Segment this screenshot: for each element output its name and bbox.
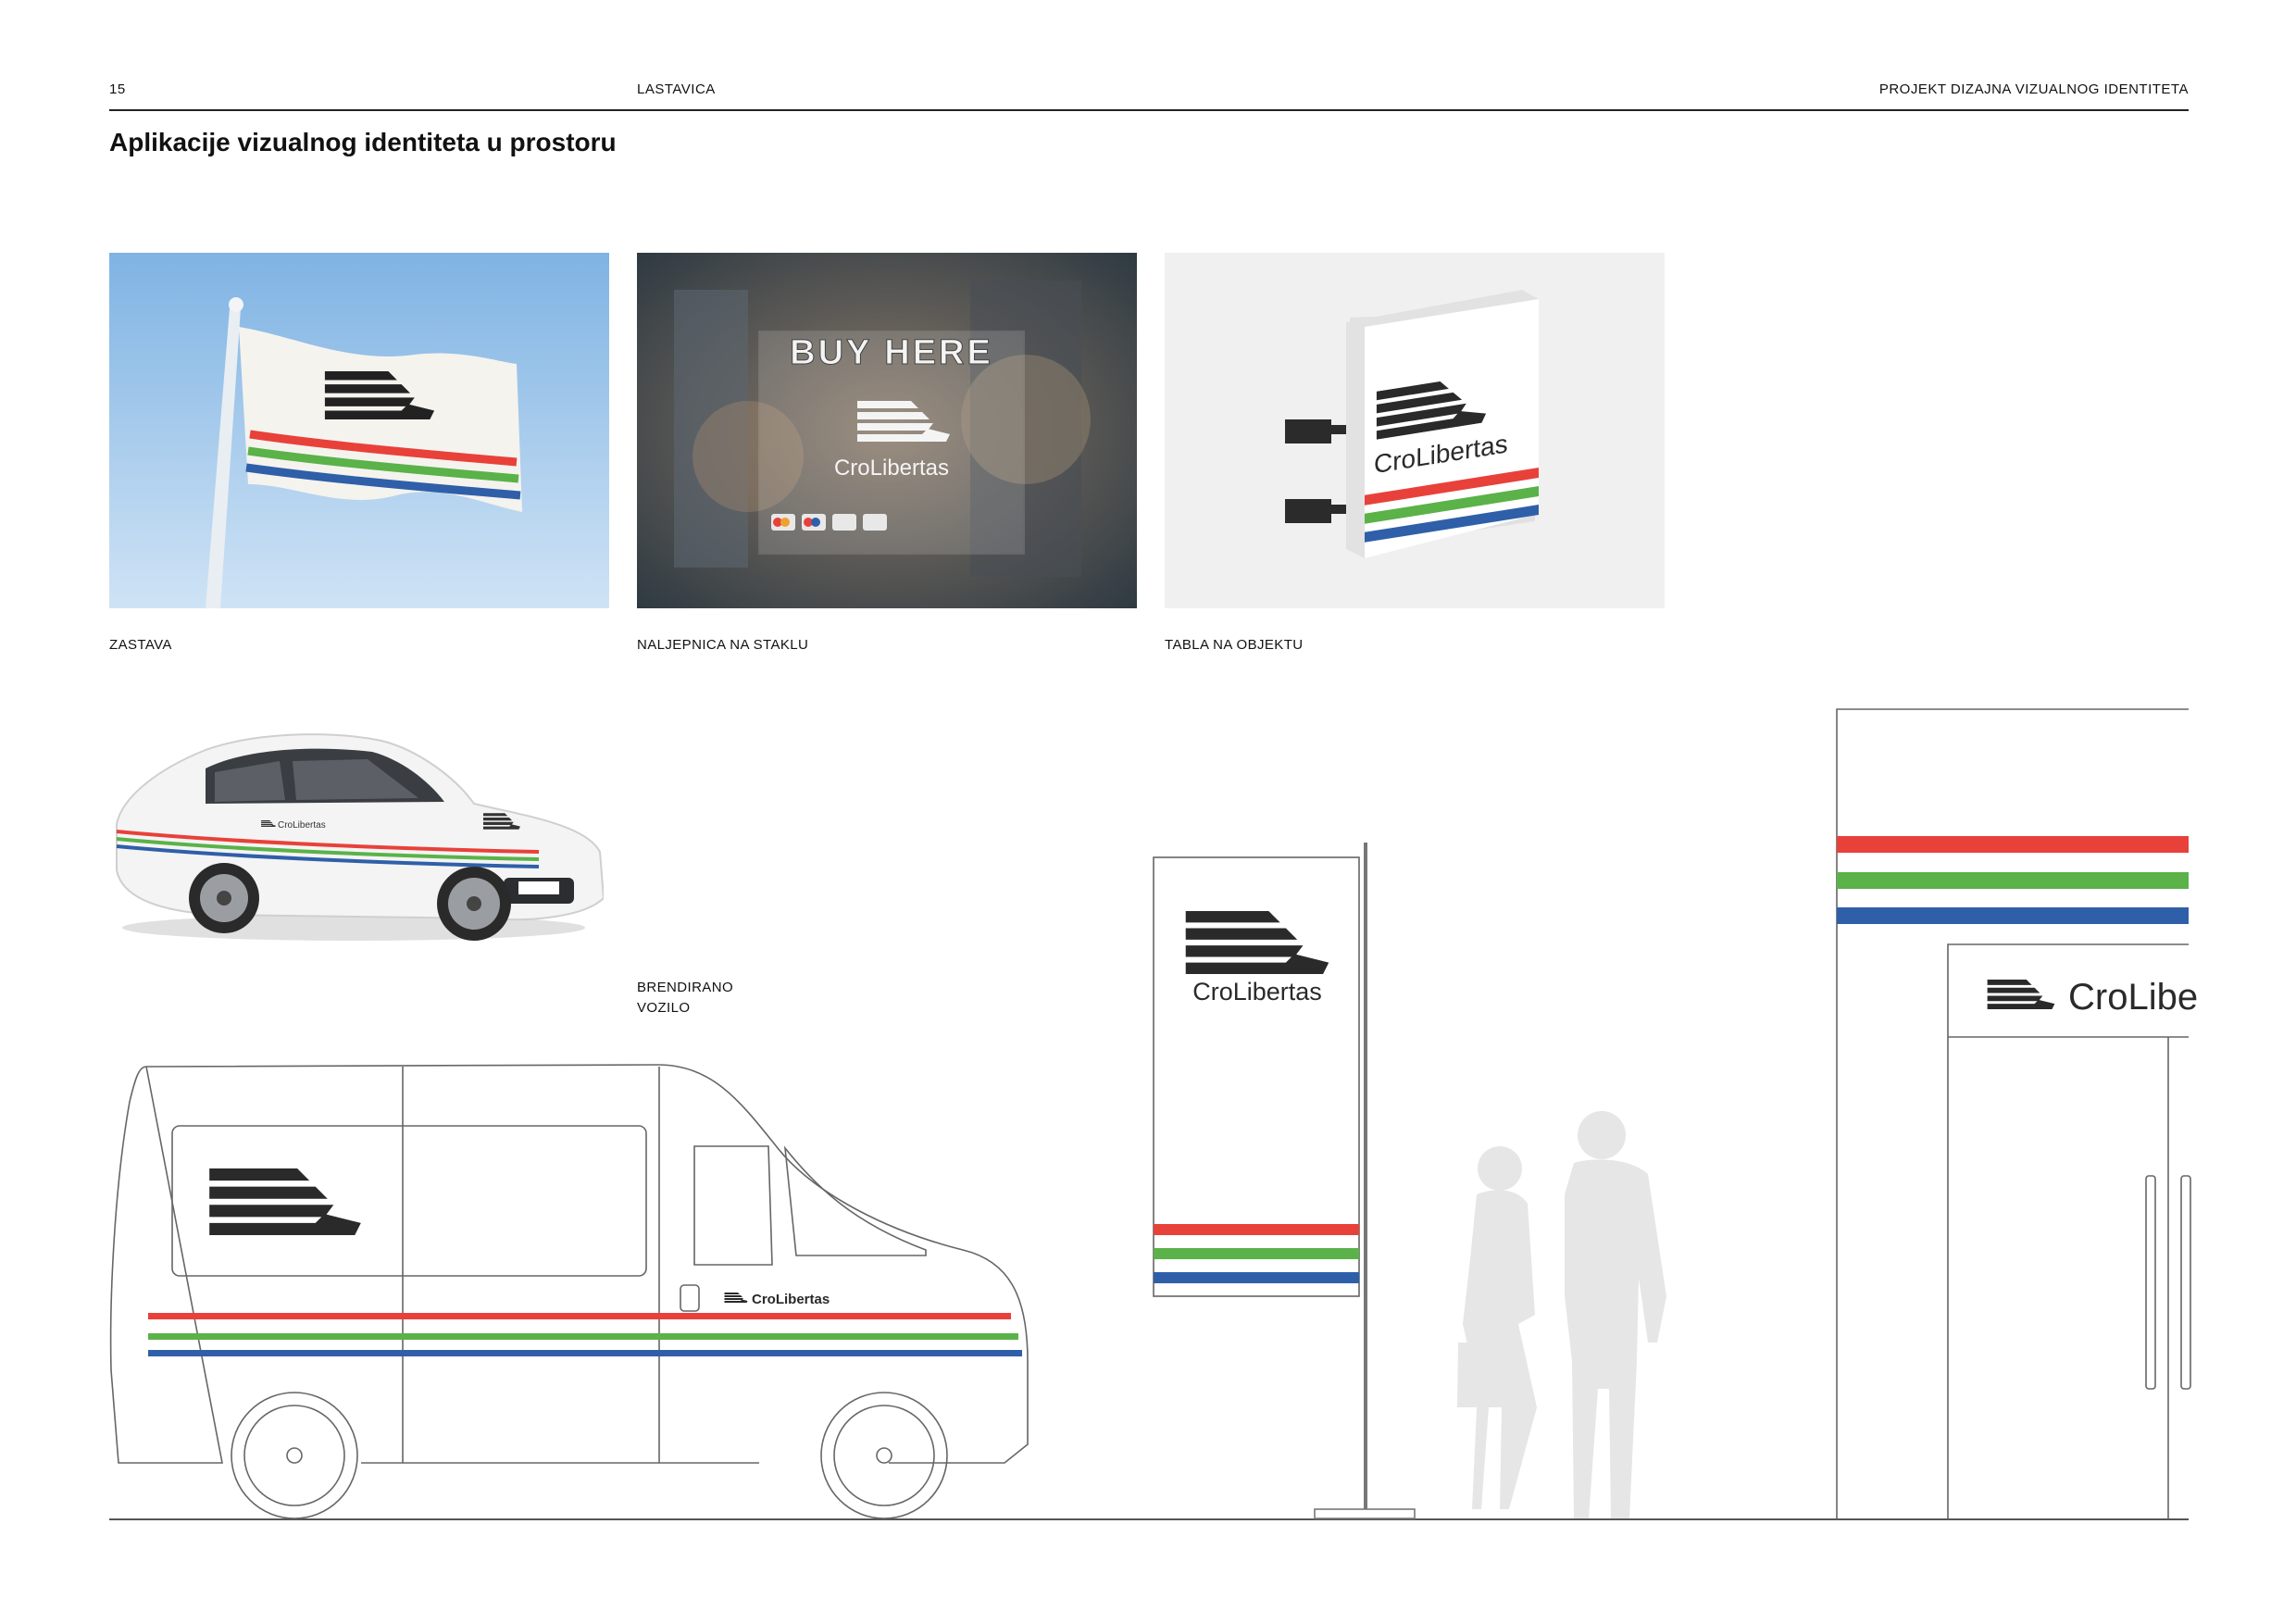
storefront-brand-partial: CroLibe xyxy=(2068,977,2198,1018)
sign-photo: CroLibertas xyxy=(1165,253,1665,608)
glass-brand-name: CroLibertas xyxy=(834,456,949,481)
glass-sticker-photo: BUY HERE CroLibertas xyxy=(637,253,1137,608)
sign-caption: TABLA NA OBJEKTU xyxy=(1165,637,1304,653)
van-brand-name: CroLibertas xyxy=(752,1292,830,1307)
banner-brand-name: CroLibertas xyxy=(1192,978,1322,1006)
header-rule xyxy=(109,109,2189,111)
glass-headline: BUY HERE xyxy=(790,333,993,372)
streetscape-illustration: CroLibertas CroLibertas CroLibe xyxy=(0,704,2296,1537)
glass-caption: NALJEPNICA NA STAKLU xyxy=(637,637,809,653)
document-title: PROJEKT DIZAJNA VIZUALNOG IDENTITETA xyxy=(1878,81,2189,97)
flag-caption: ZASTAVA xyxy=(109,637,172,653)
storefront xyxy=(1836,708,2191,1519)
page-number: 15 xyxy=(109,81,126,97)
people-silhouettes xyxy=(1457,1111,1666,1518)
page-title: Aplikacije vizualnog identiteta u prosto… xyxy=(109,128,617,156)
section-name: LASTAVICA xyxy=(637,81,716,97)
branded-van xyxy=(109,1064,1029,1519)
banner-flag: CroLibertas xyxy=(1153,843,1416,1519)
flag-photo xyxy=(109,253,609,608)
